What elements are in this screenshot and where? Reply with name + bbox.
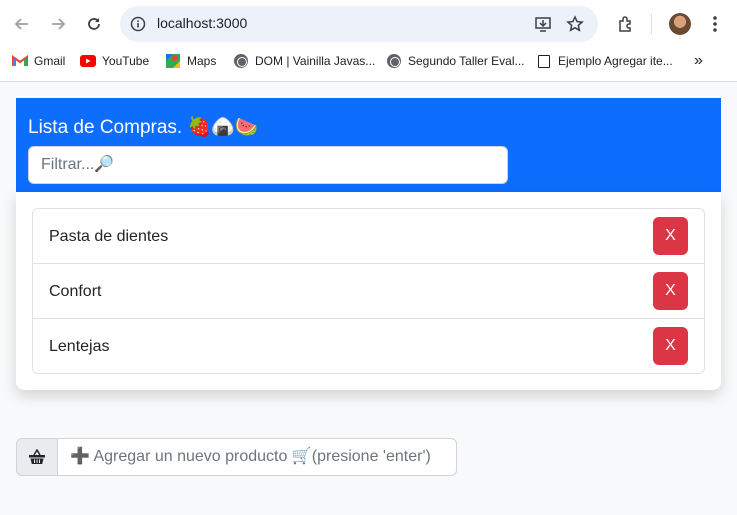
url-text: localhost:3000: [157, 15, 248, 31]
add-product-group: [16, 438, 457, 476]
document-icon: [536, 53, 552, 69]
item-label: Confort: [49, 283, 102, 300]
globe-icon: [386, 53, 402, 69]
bookmark-segundo-taller[interactable]: Segundo Taller Eval...: [386, 50, 525, 72]
bookmark-youtube[interactable]: YouTube: [80, 50, 149, 72]
install-app-icon[interactable]: [532, 13, 554, 35]
basket-icon: [29, 449, 45, 464]
list-item: Pasta de dientes X: [33, 209, 704, 264]
more-bookmarks-button[interactable]: »: [694, 50, 703, 72]
delete-item-button[interactable]: X: [653, 327, 688, 365]
add-product-input[interactable]: [57, 438, 457, 476]
basket-button[interactable]: [16, 438, 58, 476]
bookmark-gmail[interactable]: Gmail: [12, 50, 65, 72]
youtube-icon: [80, 53, 96, 69]
bookmark-ejemplo-agregar[interactable]: Ejemplo Agregar ite...: [536, 50, 673, 72]
back-icon[interactable]: [8, 10, 36, 38]
profile-avatar[interactable]: [669, 13, 691, 35]
shopping-list: Pasta de dientes X Confort X Lentejas X: [32, 208, 705, 374]
site-info-icon[interactable]: [128, 14, 148, 34]
globe-icon: [233, 53, 249, 69]
page-title: Lista de Compras. 🍓🍙🍉: [28, 117, 259, 138]
extensions-icon[interactable]: [612, 10, 640, 38]
delete-item-button[interactable]: X: [653, 217, 688, 255]
forward-icon[interactable]: [44, 10, 72, 38]
gmail-icon: [12, 53, 28, 69]
item-label: Lentejas: [49, 338, 110, 355]
toolbar-separator: [651, 14, 652, 34]
list-item: Lentejas X: [33, 319, 704, 373]
filter-input[interactable]: [28, 146, 508, 184]
address-bar[interactable]: localhost:3000: [120, 6, 598, 42]
bookmark-star-icon[interactable]: [564, 13, 586, 35]
maps-icon: [165, 53, 181, 69]
bookmarks-bar: Gmail YouTube Maps DOM | Vainilla Javas.…: [0, 50, 737, 72]
shopping-list-card: Pasta de dientes X Confort X Lentejas X: [16, 192, 721, 390]
delete-item-button[interactable]: X: [653, 272, 688, 310]
browser-chrome: localhost:3000 Gmail YouTube Maps DOM | …: [0, 0, 737, 82]
list-item: Confort X: [33, 264, 704, 319]
reload-icon[interactable]: [80, 10, 108, 38]
more-menu-icon[interactable]: [701, 10, 729, 38]
bookmark-dom-vainilla[interactable]: DOM | Vainilla Javas...: [233, 50, 375, 72]
bookmark-maps[interactable]: Maps: [165, 50, 216, 72]
app-header: Lista de Compras. 🍓🍙🍉: [16, 98, 721, 192]
item-label: Pasta de dientes: [49, 228, 169, 245]
